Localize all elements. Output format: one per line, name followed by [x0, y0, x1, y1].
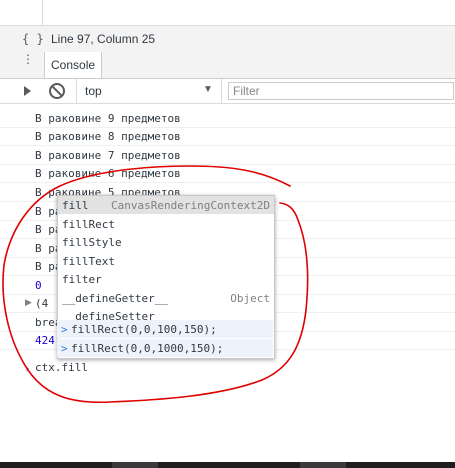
autocomplete-label: fillStyle	[62, 236, 122, 249]
taskbar-strip	[0, 462, 455, 468]
cursor-position: Line 97, Column 25	[51, 32, 156, 46]
context-selector[interactable]: top ▼	[76, 79, 222, 103]
chevron-down-icon: ▼	[203, 84, 213, 95]
filter-input[interactable]	[228, 82, 454, 100]
autocomplete-label: fill	[62, 199, 89, 212]
log-message: В раковине 9 предметов	[35, 112, 181, 125]
history-command: fillRect(0,0,1000,150);	[71, 342, 224, 355]
history-item[interactable]: > fillRect(0,0,1000,150);	[57, 339, 273, 357]
editor-top-strip	[0, 0, 455, 25]
log-row: В раковине 8 предметов	[0, 127, 455, 146]
autocomplete-item[interactable]: fillRect	[58, 215, 274, 233]
context-label: top	[85, 84, 102, 98]
console-input[interactable]: ctx.fill	[35, 361, 88, 374]
log-row: В раковине 7 предметов	[0, 146, 455, 165]
clear-console-icon[interactable]	[49, 83, 65, 99]
autocomplete-label: __defineGetter__	[62, 291, 168, 305]
taskbar-item[interactable]	[300, 462, 346, 468]
autocomplete-item[interactable]: fillStyle	[58, 233, 274, 251]
autocomplete-label: fillRect	[62, 217, 115, 231]
log-message: В раковине 6 предметов	[35, 167, 181, 180]
history-command: fillRect(0,0,100,150);	[71, 323, 217, 336]
log-row: В раковине 9 предметов	[0, 109, 455, 128]
status-bar: { } Line 97, Column 25	[0, 25, 455, 53]
history-item[interactable]: > fillRect(0,0,100,150);	[57, 320, 273, 338]
expand-arrow-icon[interactable]: ▶	[25, 297, 32, 308]
autocomplete-label: filter	[62, 273, 102, 286]
tab-console[interactable]: Console	[44, 52, 103, 78]
pretty-print-icon[interactable]: { }	[22, 32, 44, 46]
history-command-icon: >	[61, 323, 68, 336]
autocomplete-item[interactable]: fillText	[58, 252, 274, 270]
autocomplete-hint: CanvasRenderingContext2D	[111, 199, 270, 212]
editor-divider	[42, 0, 43, 25]
play-sidebar-icon[interactable]	[24, 86, 31, 96]
log-row: В раковине 6 предметов	[0, 164, 455, 183]
prompt-icon: ›	[24, 362, 31, 375]
autocomplete-item[interactable]: filter	[58, 270, 274, 288]
autocomplete-hint: Object	[230, 291, 270, 305]
drawer-menu-icon[interactable]: ⋮	[22, 53, 34, 65]
autocomplete-label: fillText	[62, 254, 115, 268]
log-message: (4	[35, 297, 49, 310]
autocomplete-item[interactable]: fill CanvasRenderingContext2D	[58, 196, 274, 214]
log-message: 0	[35, 279, 42, 292]
log-message: В раковине 8 предметов	[35, 130, 181, 143]
history-command-icon: >	[61, 342, 68, 355]
taskbar-item[interactable]	[112, 462, 158, 468]
log-message: В раковине 7 предметов	[35, 149, 181, 162]
log-message: 424	[35, 334, 55, 347]
autocomplete-item[interactable]: __defineGetter__ Object	[58, 289, 274, 307]
